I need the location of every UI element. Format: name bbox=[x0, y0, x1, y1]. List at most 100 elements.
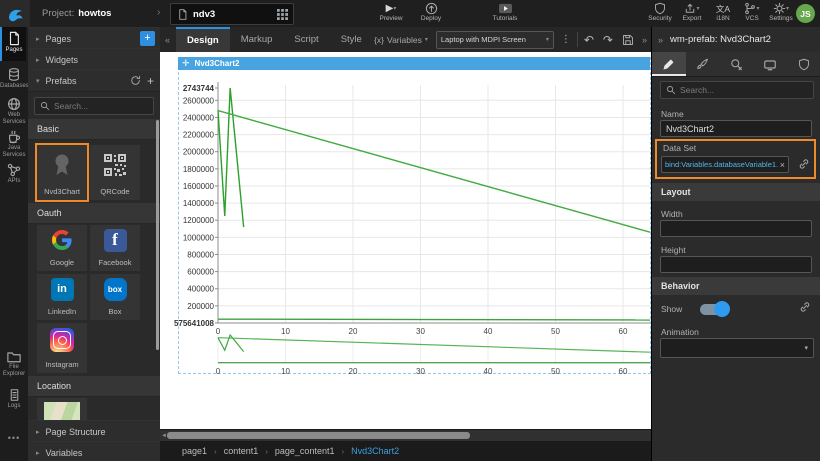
preview-button[interactable]: ▶▾ Preview bbox=[374, 2, 408, 22]
prefab-tile-map[interactable] bbox=[37, 398, 87, 420]
security-button[interactable]: Security bbox=[645, 2, 675, 22]
rail-item-pages[interactable]: Pages bbox=[0, 27, 26, 61]
prefab-tile-qrcode[interactable]: QRCode bbox=[90, 145, 140, 200]
breadcrumb-page1[interactable]: page1 bbox=[182, 446, 207, 456]
tab-styles[interactable] bbox=[686, 52, 720, 76]
left-panel-scrollbar[interactable] bbox=[156, 120, 159, 350]
chevron-down-icon: ▾ bbox=[804, 344, 808, 352]
vcs-button[interactable]: ▾ VCS bbox=[738, 2, 766, 22]
accordion-prefabs[interactable]: ▾ Prefabs + bbox=[28, 69, 160, 92]
device-selector[interactable]: Laptop with MDPI Screen ▾ bbox=[436, 31, 554, 49]
width-label: Width bbox=[661, 209, 683, 219]
show-toggle[interactable] bbox=[700, 304, 728, 315]
export-button[interactable]: ▾ Export bbox=[678, 2, 706, 22]
rail-item-file-explorer[interactable]: File Explorer bbox=[0, 350, 28, 377]
svg-text:200000: 200000 bbox=[187, 302, 214, 311]
show-label: Show bbox=[661, 304, 682, 314]
svg-text:2000000: 2000000 bbox=[183, 148, 215, 157]
tab-style[interactable]: Style bbox=[330, 27, 373, 52]
rail-item-web-services[interactable]: Web Services bbox=[0, 97, 28, 125]
properties-search-input[interactable]: Search... bbox=[660, 81, 814, 99]
i18n-button[interactable]: 文A i18N bbox=[709, 2, 737, 22]
breadcrumb-content1[interactable]: content1 bbox=[224, 446, 259, 456]
dataset-value: bind:Variables.databaseVariable1.data bbox=[665, 160, 778, 169]
add-prefab-icon[interactable]: + bbox=[147, 74, 154, 88]
design-canvas[interactable]: 2000004000006000008000001000000120000014… bbox=[160, 52, 651, 429]
chevron-right-icon: › bbox=[214, 447, 217, 456]
svg-text:50: 50 bbox=[551, 327, 560, 336]
width-input[interactable] bbox=[660, 220, 812, 237]
wavemaker-logo[interactable] bbox=[0, 0, 30, 27]
dataset-input[interactable]: bind:Variables.databaseVariable1.data × bbox=[661, 156, 789, 173]
save-button[interactable] bbox=[622, 34, 634, 46]
prefab-tile-google[interactable]: Google bbox=[37, 225, 87, 271]
variables-button[interactable]: {x} Variables ▾ bbox=[374, 35, 428, 45]
undo-button[interactable]: ↶ bbox=[584, 33, 594, 47]
tab-design[interactable]: Design bbox=[176, 27, 230, 52]
collapse-right-panel-button[interactable]: » bbox=[658, 35, 663, 45]
name-input[interactable]: Nvd3Chart2 bbox=[660, 120, 812, 137]
breadcrumb-page-content1[interactable]: page_content1 bbox=[275, 446, 335, 456]
facebook-icon: f bbox=[104, 225, 127, 255]
accordion-widgets[interactable]: ▸ Widgets bbox=[28, 48, 160, 71]
rail-more-button[interactable]: ••• bbox=[0, 435, 28, 442]
search-placeholder: Search... bbox=[680, 85, 714, 95]
map-thumbnail bbox=[44, 402, 80, 420]
user-avatar[interactable]: JS bbox=[796, 4, 815, 23]
selected-widget-header[interactable]: ✛ Nvd3Chart2 bbox=[178, 57, 650, 70]
tab-properties[interactable] bbox=[652, 52, 686, 76]
qrcode-icon bbox=[103, 145, 127, 184]
page-selector[interactable]: ndv3 bbox=[170, 3, 294, 25]
redo-button[interactable]: ↷ bbox=[603, 33, 613, 47]
box-icon: box bbox=[104, 274, 127, 304]
page-name: ndv3 bbox=[193, 9, 215, 20]
coffee-cup-icon bbox=[7, 130, 21, 144]
tab-markup[interactable]: Markup bbox=[230, 27, 284, 52]
settings-button[interactable]: ▾ Settings bbox=[766, 2, 796, 22]
tutorials-button[interactable]: Tutorials bbox=[486, 2, 524, 22]
scrollbar-thumb[interactable] bbox=[167, 432, 470, 439]
i18n-icon: 文A bbox=[709, 2, 737, 15]
accordion-page-structure[interactable]: ▸ Page Structure bbox=[28, 420, 160, 443]
settings-label: Settings bbox=[766, 15, 796, 22]
clear-dataset-icon[interactable]: × bbox=[780, 160, 785, 170]
tab-search-replace[interactable] bbox=[720, 52, 754, 76]
prefab-tile-box[interactable]: box Box bbox=[90, 274, 140, 320]
globe-icon bbox=[7, 97, 21, 111]
height-input[interactable] bbox=[660, 256, 812, 273]
rail-label: Java Services bbox=[0, 145, 28, 158]
tab-security[interactable] bbox=[787, 52, 820, 76]
add-page-button[interactable]: + bbox=[140, 31, 155, 46]
accordion-pages[interactable]: ▸ Pages + bbox=[28, 27, 160, 50]
tab-script[interactable]: Script bbox=[283, 27, 329, 52]
prefab-tile-nvd3chart[interactable]: Nvd3Chart bbox=[37, 145, 87, 200]
rail-item-databases[interactable]: Databases bbox=[0, 67, 28, 90]
more-options-kebab-icon[interactable]: ⋮ bbox=[561, 34, 571, 45]
bind-show-icon[interactable] bbox=[799, 301, 811, 313]
deploy-button[interactable]: Deploy bbox=[414, 2, 448, 22]
tile-label: Nvd3Chart bbox=[44, 187, 80, 196]
expand-right-panel-button[interactable]: » bbox=[642, 35, 647, 45]
rail-item-java-services[interactable]: Java Services bbox=[0, 130, 28, 158]
chevron-right-icon: › bbox=[157, 7, 160, 18]
rail-item-logs[interactable]: Logs bbox=[0, 388, 28, 410]
prefab-tile-instagram[interactable]: Instagram bbox=[37, 323, 87, 373]
accordion-variables[interactable]: ▸ Variables bbox=[28, 441, 160, 461]
svg-text:10: 10 bbox=[281, 367, 290, 376]
prefab-tile-facebook[interactable]: f Facebook bbox=[90, 225, 140, 271]
bind-dataset-icon[interactable] bbox=[798, 158, 810, 170]
animation-select[interactable]: ▾ bbox=[660, 338, 814, 358]
breadcrumb-nvd3chart2[interactable]: Nvd3Chart2 bbox=[351, 446, 399, 456]
prefab-tile-linkedin[interactable]: in LinkedIn bbox=[37, 274, 87, 320]
tab-devices[interactable] bbox=[753, 52, 787, 76]
branch-icon bbox=[744, 2, 756, 15]
tile-row: in LinkedIn box Box bbox=[28, 274, 160, 321]
refresh-prefabs-icon[interactable] bbox=[130, 75, 141, 86]
grid-apps-icon[interactable] bbox=[277, 9, 288, 20]
svg-text:50: 50 bbox=[551, 367, 560, 376]
rail-item-apis[interactable]: APIs bbox=[0, 163, 28, 185]
prefab-search-input[interactable]: Search... bbox=[34, 97, 154, 115]
name-label: Name bbox=[661, 109, 684, 119]
svg-text:2743744: 2743744 bbox=[183, 84, 215, 93]
wavemaker-logo-icon bbox=[6, 5, 24, 23]
